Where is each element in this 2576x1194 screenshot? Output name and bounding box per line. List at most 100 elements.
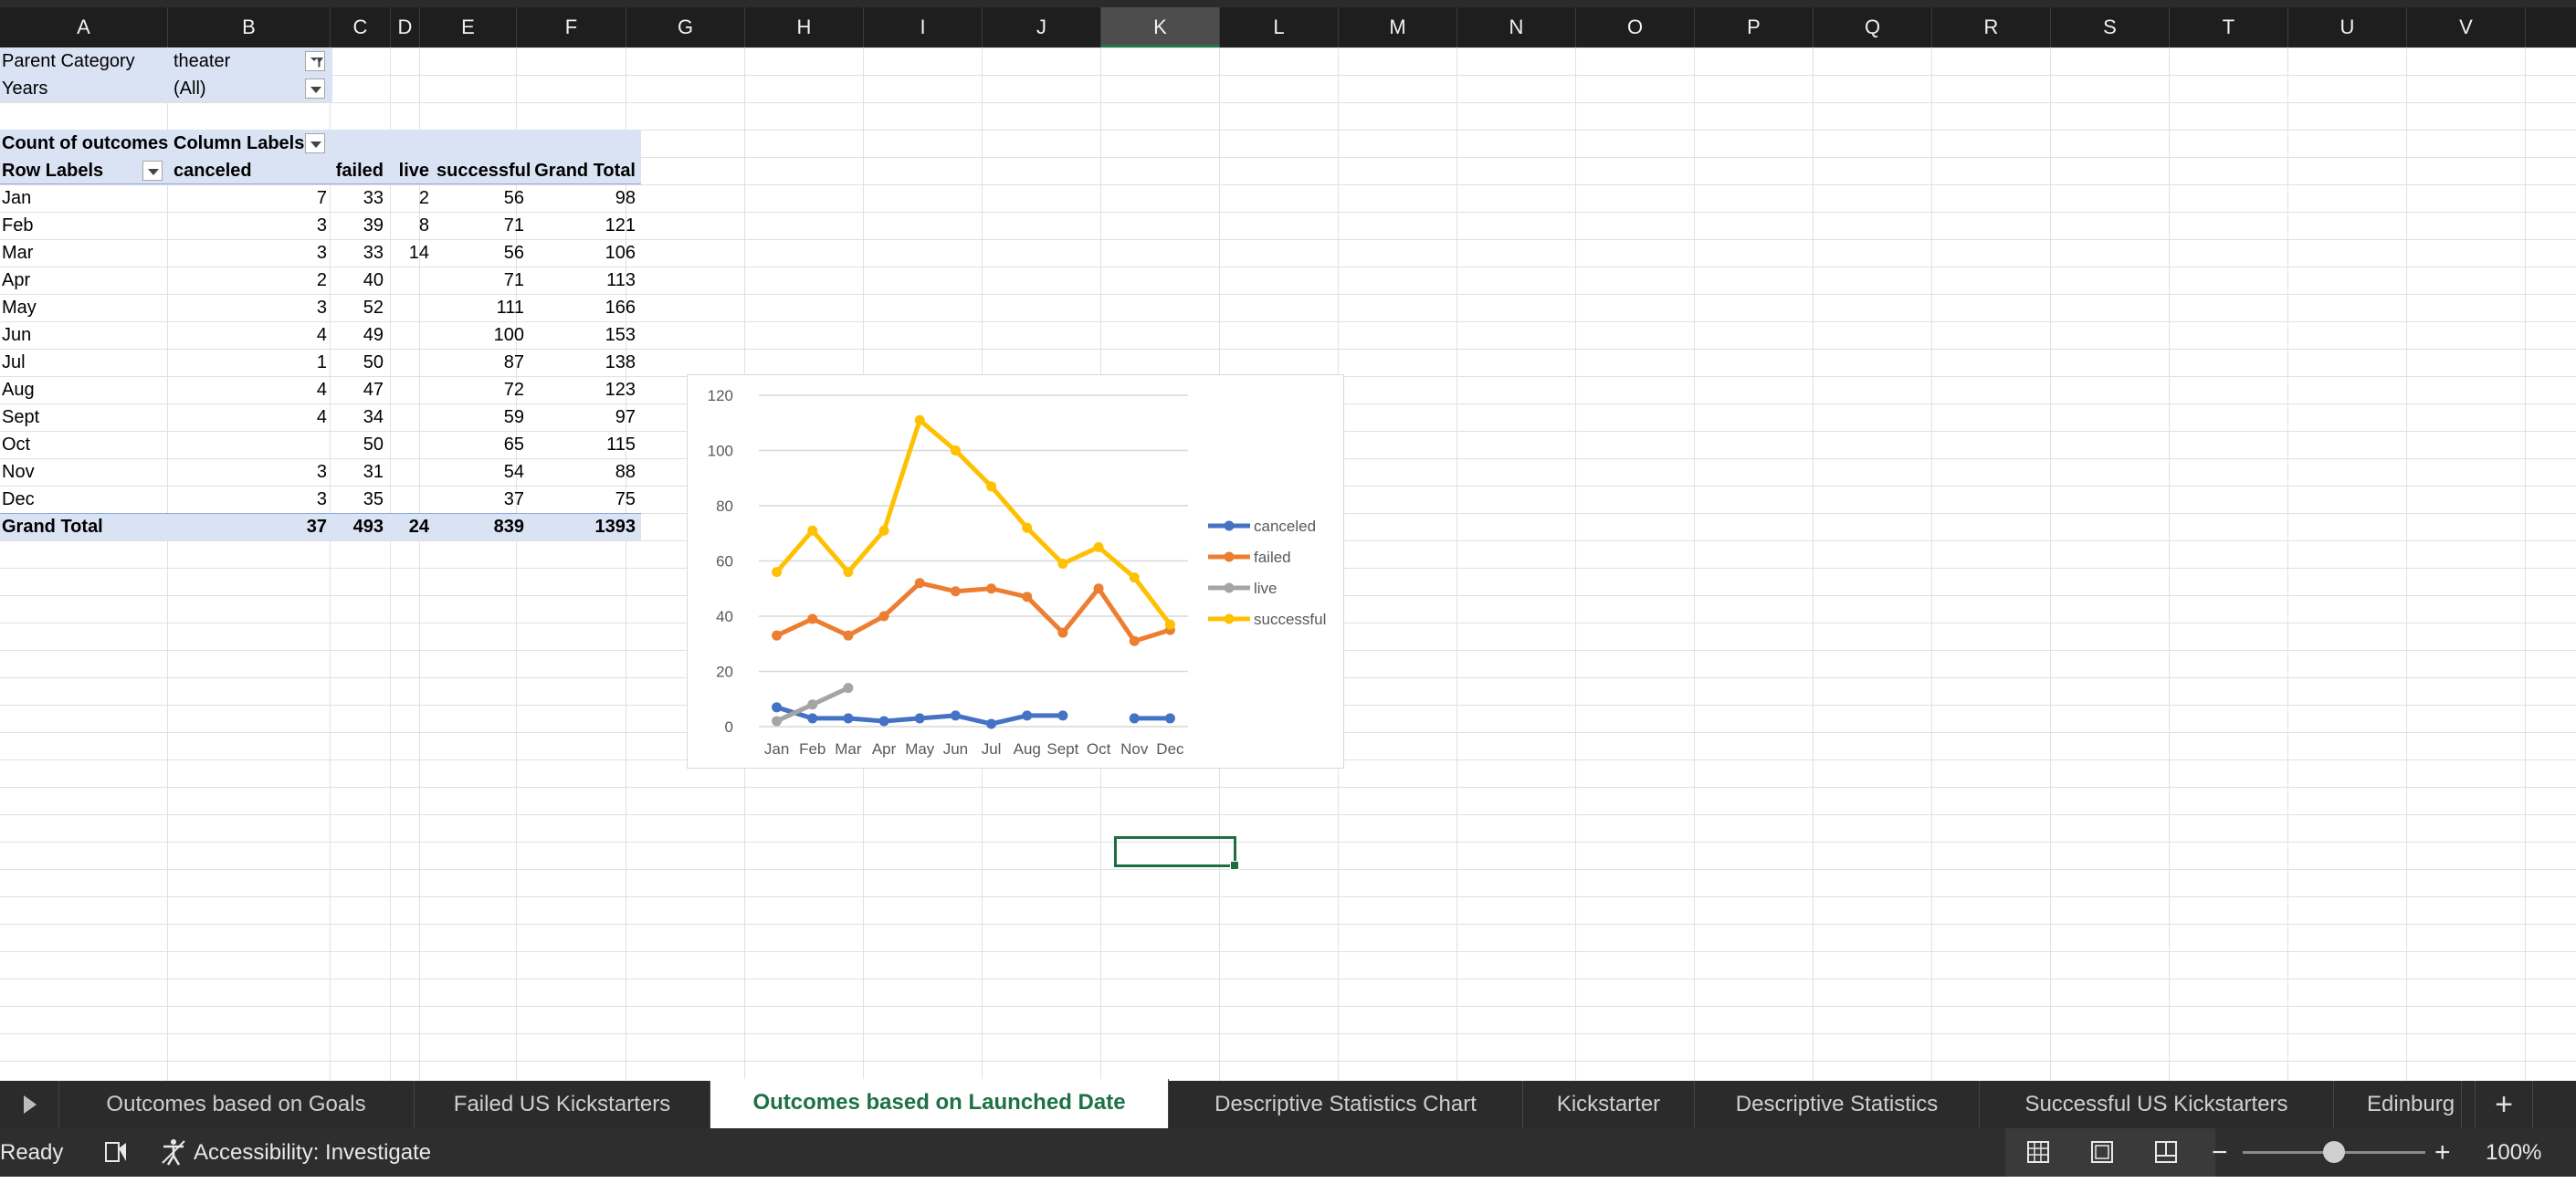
column-header-m[interactable]: M [1339, 7, 1457, 47]
column-header-p[interactable]: P [1695, 7, 1814, 47]
pivot-cell-canceled[interactable] [173, 431, 327, 458]
column-header-o[interactable]: O [1576, 7, 1695, 47]
column-header-f[interactable]: F [517, 7, 626, 47]
chevron-down-icon[interactable] [305, 133, 325, 153]
macro-record-icon[interactable] [100, 1128, 131, 1177]
pivot-cell-label[interactable]: Mar [2, 239, 33, 267]
pivot-cell-label[interactable]: Jan [2, 184, 31, 212]
column-header-j[interactable]: J [983, 7, 1101, 47]
zoom-out-button[interactable]: − [2212, 1128, 2228, 1177]
column-header-e[interactable]: E [420, 7, 517, 47]
chevron-down-icon[interactable] [305, 79, 325, 99]
pivot-cell-failed[interactable]: 33 [331, 184, 384, 212]
pivot-cell-canceled[interactable]: 4 [173, 321, 327, 349]
pivot-cell-live[interactable]: 2 [391, 184, 429, 212]
tab-descriptive-statistics-chart[interactable]: Descriptive Statistics Chart [1169, 1081, 1523, 1128]
accessibility-status[interactable]: Accessibility: Investigate [194, 1128, 431, 1177]
pivot-cell-live[interactable] [391, 486, 429, 513]
column-header-v[interactable]: V [2407, 7, 2526, 47]
pivot-cell-total[interactable]: 106 [533, 239, 636, 267]
pivot-cell-total[interactable]: 88 [533, 458, 636, 486]
column-header-i[interactable]: I [864, 7, 983, 47]
pivot-cell-successful[interactable]: 59 [436, 403, 524, 431]
pivot-cell-live[interactable] [391, 267, 429, 294]
pivot-cell-successful[interactable]: 72 [436, 376, 524, 403]
pivot-cell-successful[interactable]: 56 [436, 239, 524, 267]
pivot-cell-failed[interactable]: 50 [331, 349, 384, 376]
pivot-cell-label[interactable]: Aug [2, 376, 35, 403]
pivot-cell-total[interactable]: 115 [533, 431, 636, 458]
pivot-cell-failed[interactable]: 39 [331, 212, 384, 239]
tab-failed-us-kickstarters[interactable]: Failed US Kickstarters [415, 1081, 710, 1128]
pivot-cell-label[interactable]: Feb [2, 212, 33, 239]
filter-funnel-icon[interactable] [305, 51, 325, 71]
pivot-cell-successful[interactable]: 71 [436, 212, 524, 239]
pivot-cell-canceled[interactable]: 4 [173, 403, 327, 431]
page-layout-icon[interactable] [2086, 1128, 2119, 1177]
pivot-cell-successful[interactable]: 65 [436, 431, 524, 458]
pivot-cell-canceled[interactable]: 1 [173, 349, 327, 376]
active-cell-selection[interactable] [1114, 836, 1239, 870]
pivot-cell-total[interactable]: 75 [533, 486, 636, 513]
pivot-cell-live[interactable] [391, 294, 429, 321]
pivot-cell-total[interactable]: 138 [533, 349, 636, 376]
pivot-cell-live[interactable] [391, 403, 429, 431]
pivot-cell-canceled[interactable]: 3 [173, 239, 327, 267]
pivot-cell-total[interactable]: 166 [533, 294, 636, 321]
tab-outcomes-based-on-launched-date[interactable]: Outcomes based on Launched Date [710, 1079, 1169, 1128]
pivot-cell-canceled[interactable]: 2 [173, 267, 327, 294]
zoom-level[interactable]: 100% [2486, 1128, 2541, 1177]
pivot-cell-failed[interactable]: 52 [331, 294, 384, 321]
pivot-cell-failed[interactable]: 33 [331, 239, 384, 267]
pivot-cell-successful[interactable]: 54 [436, 458, 524, 486]
column-header-l[interactable]: L [1220, 7, 1339, 47]
column-header-g[interactable]: G [626, 7, 745, 47]
pivot-cell-successful[interactable]: 111 [436, 294, 524, 321]
pivot-cell-failed[interactable]: 35 [331, 486, 384, 513]
zoom-slider-thumb[interactable] [2323, 1141, 2345, 1163]
column-header-s[interactable]: S [2051, 7, 2170, 47]
pivot-cell-label[interactable]: Apr [2, 267, 30, 294]
pivot-cell-failed[interactable]: 31 [331, 458, 384, 486]
column-header-k[interactable]: K [1101, 7, 1220, 47]
pivot-cell-total[interactable]: 98 [533, 184, 636, 212]
pivot-cell-live[interactable] [391, 458, 429, 486]
tab-outcomes-based-on-goals[interactable]: Outcomes based on Goals [58, 1081, 415, 1128]
pivot-cell-live[interactable] [391, 376, 429, 403]
pivot-cell-failed[interactable]: 34 [331, 403, 384, 431]
pivot-cell-label[interactable]: Jun [2, 321, 31, 349]
pivot-cell-failed[interactable]: 47 [331, 376, 384, 403]
pivot-cell-canceled[interactable]: 3 [173, 212, 327, 239]
tab-descriptive-statistics[interactable]: Descriptive Statistics [1695, 1081, 1980, 1128]
grid-view-icon[interactable] [2022, 1128, 2055, 1177]
page-break-icon[interactable] [2150, 1128, 2182, 1177]
pivot-cell-successful[interactable]: 56 [436, 184, 524, 212]
pivot-cell-label[interactable]: Sept [2, 403, 39, 431]
zoom-in-button[interactable]: + [2434, 1128, 2451, 1177]
accessibility-icon[interactable] [159, 1128, 188, 1177]
column-header-d[interactable]: D [391, 7, 420, 47]
pivot-cell-successful[interactable]: 71 [436, 267, 524, 294]
pivot-cell-canceled[interactable]: 7 [173, 184, 327, 212]
pivot-cell-successful[interactable]: 87 [436, 349, 524, 376]
filter-value-parent-category[interactable]: theater [173, 47, 230, 75]
column-header-r[interactable]: R [1932, 7, 2051, 47]
pivot-cell-live[interactable]: 8 [391, 212, 429, 239]
pivot-cell-total[interactable]: 97 [533, 403, 636, 431]
tab-kickstarter[interactable]: Kickstarter [1523, 1081, 1695, 1128]
pivot-cell-successful[interactable]: 37 [436, 486, 524, 513]
pivot-cell-failed[interactable]: 40 [331, 267, 384, 294]
column-header-u[interactable]: U [2288, 7, 2407, 47]
tab-edinburg[interactable]: Edinburg [2334, 1081, 2462, 1128]
filter-value-years[interactable]: (All) [173, 75, 206, 102]
pivot-cell-label[interactable]: Jul [2, 349, 26, 376]
pivot-cell-live[interactable] [391, 321, 429, 349]
pivot-cell-label[interactable]: Nov [2, 458, 35, 486]
pivot-cell-canceled[interactable]: 3 [173, 486, 327, 513]
pivot-cell-failed[interactable]: 50 [331, 431, 384, 458]
column-header-t[interactable]: T [2170, 7, 2288, 47]
pivot-cell-total[interactable]: 121 [533, 212, 636, 239]
column-header-q[interactable]: Q [1814, 7, 1932, 47]
pivot-cell-canceled[interactable]: 3 [173, 458, 327, 486]
column-header-c[interactable]: C [331, 7, 391, 47]
